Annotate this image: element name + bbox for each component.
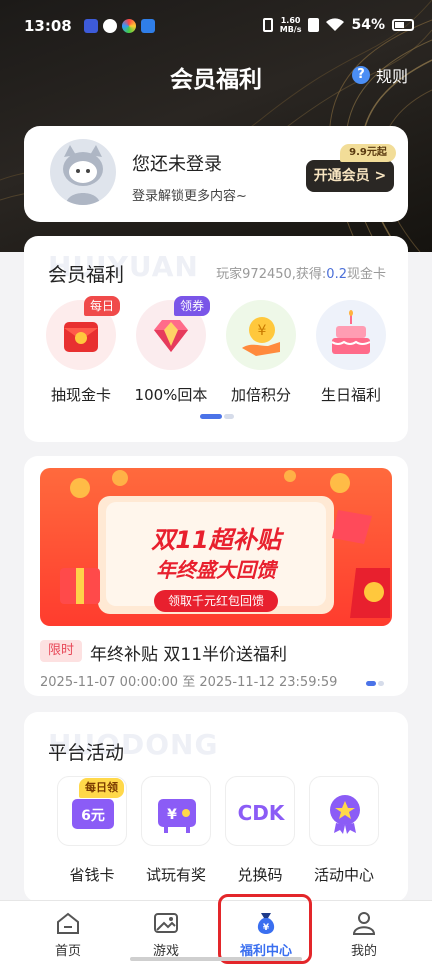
svg-text:¥: ¥	[258, 323, 267, 339]
coin-hand-icon: ¥	[226, 300, 296, 370]
vibrate-icon	[262, 18, 273, 32]
activity-item-activity-center[interactable]: 活动中心	[302, 776, 386, 885]
activity-item-savings-card[interactable]: 6元 每日领 省钱卡	[50, 776, 134, 885]
net-speed-value: 1.60	[280, 16, 301, 25]
question-icon: ?	[351, 66, 370, 84]
status-bar: 13:08 1.60 MB/s 54%	[0, 0, 432, 50]
app-notification-icon	[84, 19, 98, 33]
section-title: 会员福利	[48, 264, 125, 286]
home-indicator	[130, 957, 302, 961]
benefit-item-full-refund[interactable]: 领券 100%回本	[126, 296, 216, 405]
banner-indicator	[366, 681, 384, 686]
user-icon	[350, 909, 378, 937]
banner-button[interactable]: 领取千元红包回馈	[154, 590, 278, 612]
activity-item-trial-reward[interactable]: ¥ 试玩有奖	[134, 776, 218, 885]
player-info: 玩家972450,获得:	[216, 267, 327, 282]
game-icon	[152, 909, 180, 937]
login-subtitle: 登录解锁更多内容~	[132, 189, 247, 204]
battery-percent: 54%	[351, 17, 385, 33]
login-title: 您还未登录	[132, 154, 222, 175]
app-notification-icon	[103, 19, 117, 33]
benefit-label: 抽现金卡	[50, 386, 111, 404]
tab-games[interactable]: 游戏	[118, 901, 214, 964]
section-title: 平台活动	[48, 742, 125, 764]
app-notification-icon	[122, 19, 136, 33]
card-suffix: 现金卡	[346, 267, 386, 282]
benefit-badge: 每日	[83, 296, 120, 316]
net-speed: 1.60 MB/s	[280, 16, 302, 34]
activity-grid: 6元 每日领 省钱卡 ¥ 试玩有奖 CDK 兑换码 活动中心	[24, 776, 408, 885]
promotion-time: 2025-11-07 00:00:00 至 2025-11-12 23:59:5…	[40, 675, 338, 690]
promotion-title: 年终补贴 双11半价送福利	[90, 645, 288, 665]
banner-subtitle: 年终盛大回馈	[156, 558, 276, 582]
activity-badge: 每日领	[79, 778, 124, 798]
tab-label: 首页	[54, 944, 81, 959]
rules-button[interactable]: ? 规则	[351, 63, 408, 87]
member-benefits-card: HUIYUAN 会员福利 玩家972450,获得:0.2现金卡 每日 抽现金卡 …	[24, 236, 408, 442]
savings-card-value: 6元	[81, 808, 105, 824]
net-speed-unit: MB/s	[279, 25, 302, 34]
birthday-cake-icon	[316, 300, 386, 370]
cdk-icon: CDK	[225, 776, 295, 846]
benefit-badge: 领券	[173, 296, 210, 316]
reward-amount: 0.2	[326, 267, 347, 282]
status-time: 13:08	[24, 17, 72, 35]
highlight-box	[218, 894, 312, 964]
benefit-label: 100%回本	[134, 386, 208, 404]
trial-reward-symbol: ¥	[167, 807, 177, 823]
activity-item-cdk[interactable]: CDK 兑换码	[218, 776, 302, 885]
platform-activity-card: HUODONG 平台活动 6元 每日领 省钱卡 ¥ 试玩有奖 CDK 兑换码 活…	[24, 712, 408, 902]
benefits-grid: 每日 抽现金卡 领券 100%回本 ¥ 加倍积分 生日福利	[24, 296, 408, 405]
promotion-card[interactable]: 双11超补贴 年终盛大回馈 领取千元红包回馈 限时 年终补贴 双11半价送福利 …	[24, 456, 408, 696]
benefit-item-double-points[interactable]: ¥ 加倍积分	[216, 300, 306, 405]
promotion-banner[interactable]: 双11超补贴 年终盛大回馈 领取千元红包回馈	[40, 468, 392, 626]
trial-reward-icon: ¥	[141, 776, 211, 846]
home-icon	[54, 909, 82, 937]
activity-label: 省钱卡	[69, 866, 115, 884]
benefit-item-birthday[interactable]: 生日福利	[306, 300, 396, 405]
activity-medal-icon	[309, 776, 379, 846]
rules-label: 规则	[375, 67, 408, 86]
benefit-label: 加倍积分	[230, 386, 291, 404]
banner-title: 双11超补贴	[151, 526, 281, 554]
tab-label: 我的	[350, 944, 377, 959]
activity-label: 试玩有奖	[145, 866, 206, 884]
avatar[interactable]	[50, 139, 116, 205]
price-tag: 9.9元起	[340, 144, 396, 162]
wifi-icon	[326, 18, 345, 31]
notification-icons	[84, 19, 155, 33]
player-reward-info: 玩家972450,获得:0.2现金卡	[216, 263, 386, 282]
open-vip-button[interactable]: 开通会员 >	[306, 160, 394, 192]
bottom-tab-bar: 首页 游戏 ¥ 福利中心 我的	[0, 900, 432, 964]
page-indicator	[200, 414, 234, 419]
limited-tag: 限时	[40, 640, 82, 662]
app-notification-icon	[141, 19, 155, 33]
cdk-icon-text: CDK	[238, 801, 286, 825]
battery-icon	[392, 19, 414, 31]
activity-label: 兑换码	[237, 866, 283, 884]
tab-home[interactable]: 首页	[20, 901, 116, 964]
sim-icon	[308, 18, 320, 32]
activity-label: 活动中心	[313, 866, 374, 884]
benefit-item-cash-card[interactable]: 每日 抽现金卡	[36, 296, 126, 405]
tab-mine[interactable]: 我的	[316, 901, 412, 964]
login-card[interactable]: 您还未登录 登录解锁更多内容~ 开通会员 > 9.9元起	[24, 126, 408, 222]
benefit-label: 生日福利	[320, 386, 381, 404]
